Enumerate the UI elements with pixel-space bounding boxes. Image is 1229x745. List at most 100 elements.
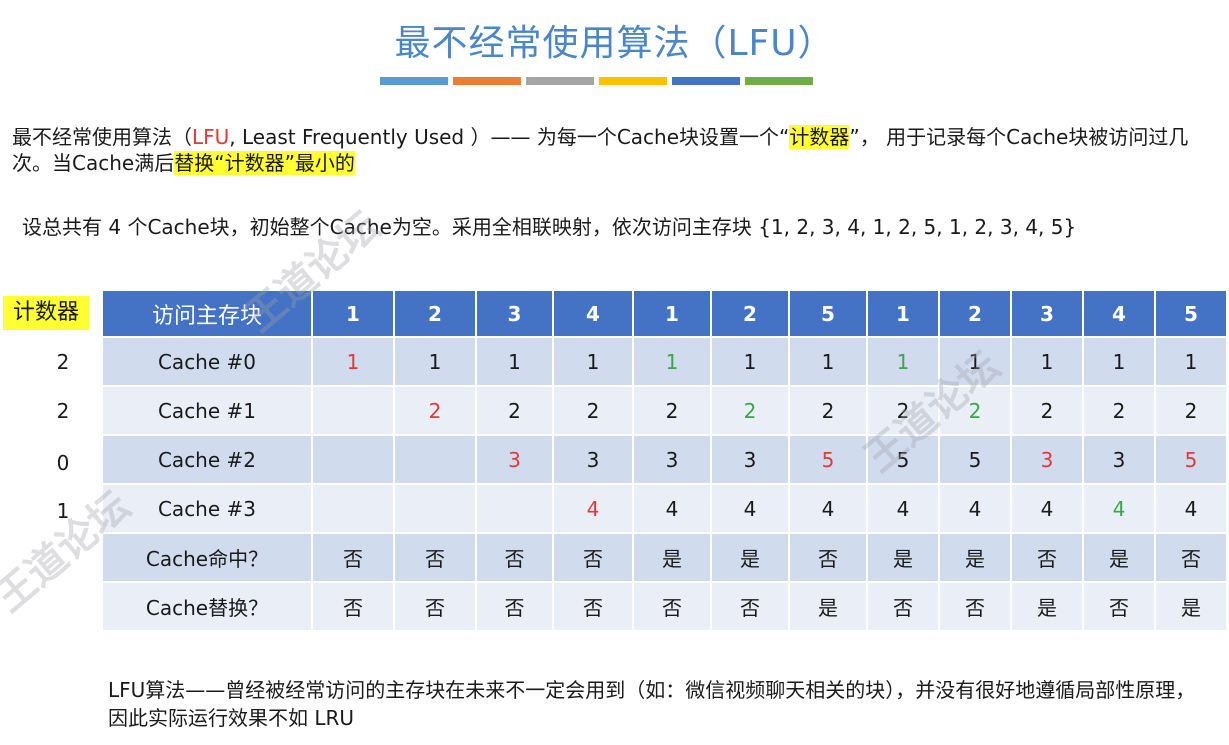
table-cell: 5 [940,434,1012,483]
table-cell: 3 [712,434,790,483]
table-cell: 2 [712,385,790,434]
table-cell: 5 [1156,434,1228,483]
table-cell: 1 [634,336,712,385]
table-cell [313,434,395,483]
counter-cache-0: 2 [56,350,70,374]
table-cell: 是 [868,532,940,581]
row-label: Cache #2 [103,434,313,483]
table-cell: 2 [1156,385,1228,434]
intro-part2: , Least Frequently Used ）—— 为每一个Cache块设置… [229,125,790,149]
row-label: Cache #0 [103,336,313,385]
table-cell: 否 [477,581,554,630]
table-cell: 是 [1012,581,1084,630]
table-cell: 3 [634,434,712,483]
table-cell: 否 [868,581,940,630]
table-cell: 1 [1084,336,1156,385]
table-cell: 4 [940,483,1012,532]
title-underline-bar [745,77,813,85]
row-label: Cache #3 [103,483,313,532]
table-cell: 否 [634,581,712,630]
table-cell: 否 [313,532,395,581]
table-cell: 2 [940,385,1012,434]
header-access-7: 5 [790,291,868,336]
header-access-4: 4 [554,291,634,336]
table-cell [395,434,477,483]
title-underline-bar [672,77,740,85]
header-access-6: 2 [712,291,790,336]
table-cell: 1 [395,336,477,385]
table-cell: 是 [712,532,790,581]
header-access-1: 1 [313,291,395,336]
lfu-table: 访问主存块 123412512345 Cache #0 1 1 1 1 1 1 1 1 1 1 1 1 C… [103,291,1228,630]
table-cell: 是 [1084,532,1156,581]
table-header-row: 访问主存块 123412512345 [103,291,1228,336]
table-cell: 否 [554,581,634,630]
intro-lfu: LFU [192,125,230,149]
intro-highlight-replace: 替换“计数器”最小的 [174,151,355,175]
table-cell: 4 [1156,483,1228,532]
table-row: Cache #2 3 3 3 3 5 5 5 3 3 5 [103,434,1228,483]
table-body: Cache #0 1 1 1 1 1 1 1 1 1 1 1 1 Cache #1 2 2 2 2 2 2 2 2 2 2 2 C… [103,336,1228,630]
table-cell: 3 [1084,434,1156,483]
header-access-2: 2 [395,291,477,336]
table-cell: 2 [477,385,554,434]
page-title: 最不经常使用算法（LFU） [394,23,835,64]
table-cell: 3 [1012,434,1084,483]
table-cell: 4 [868,483,940,532]
table-cell: 否 [712,581,790,630]
table-row: Cache命中？否否否否是是否是是否是否 [103,532,1228,581]
table-row: Cache替换？否否否否否否是否否是否是 [103,581,1228,630]
table-cell: 4 [790,483,868,532]
counter-cache-1: 2 [56,399,70,423]
header-access-8: 1 [868,291,940,336]
table-cell: 否 [1012,532,1084,581]
title-underline-bar [453,77,521,85]
table-cell: 1 [1012,336,1084,385]
table-cell: 3 [554,434,634,483]
table-row: Cache #3 4 4 4 4 4 4 4 4 4 [103,483,1228,532]
table-cell: 1 [1156,336,1228,385]
table-cell: 2 [554,385,634,434]
table-cell: 2 [790,385,868,434]
table-cell: 否 [554,532,634,581]
table-cell [477,483,554,532]
table-cell [313,483,395,532]
table-cell: 4 [712,483,790,532]
table-row: Cache #1 2 2 2 2 2 2 2 2 2 2 2 [103,385,1228,434]
table-cell: 否 [790,532,868,581]
table-cell: 是 [634,532,712,581]
row-label: Cache命中？ [103,532,313,581]
header-access-5: 1 [634,291,712,336]
table-cell: 2 [1012,385,1084,434]
counter-header: 计数器 [3,296,89,330]
header-label: 访问主存块 [103,291,313,336]
table-cell: 2 [1084,385,1156,434]
table-cell: 否 [1156,532,1228,581]
table-cell: 1 [712,336,790,385]
table-cell: 3 [477,434,554,483]
table-cell: 1 [313,336,395,385]
table-cell: 5 [790,434,868,483]
table-cell: 2 [395,385,477,434]
table-cell: 4 [554,483,634,532]
table-cell: 4 [634,483,712,532]
header-access-3: 3 [477,291,554,336]
intro-highlight-counter: 计数器 [789,125,850,149]
table-cell [395,483,477,532]
bottom-note: LFU算法——曾经被经常访问的主存块在未来不一定会用到（如：微信视频聊天相关的块… [108,678,1196,730]
title-underline-bar [599,77,667,85]
counter-cache-2: 0 [56,451,70,475]
row-label: Cache替换？ [103,581,313,630]
title-underline-bars [380,77,813,85]
table-cell: 否 [477,532,554,581]
title-underline-bar [380,77,448,85]
table-cell: 2 [868,385,940,434]
row-label: Cache #1 [103,385,313,434]
table-cell: 否 [395,532,477,581]
table-cell: 1 [477,336,554,385]
title-underline-bar [526,77,594,85]
table-cell: 1 [790,336,868,385]
header-access-11: 4 [1084,291,1156,336]
table-cell: 4 [1084,483,1156,532]
table-cell [313,385,395,434]
